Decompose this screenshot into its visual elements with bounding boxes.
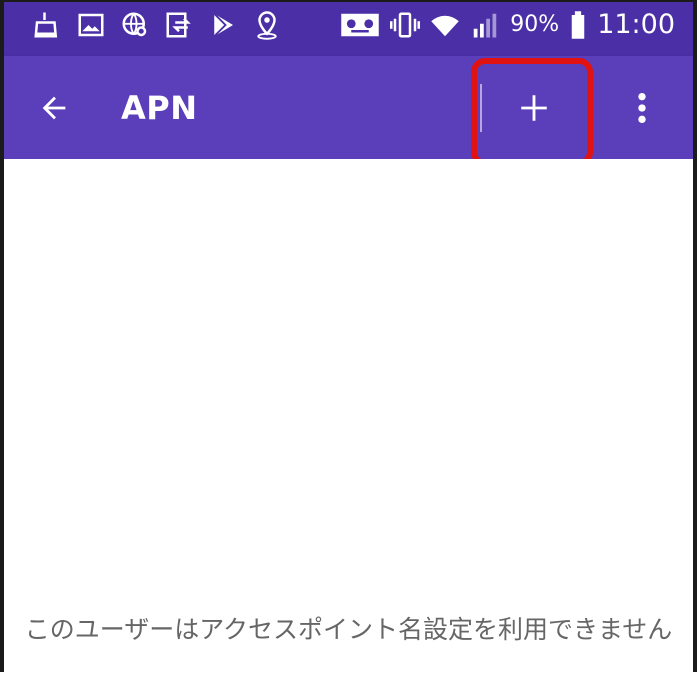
status-bar: 90% 11:00 <box>4 2 693 56</box>
web-icon <box>120 10 150 40</box>
battery-percent: 90% <box>510 12 560 37</box>
location-icon <box>252 10 282 40</box>
battery-icon <box>569 10 587 40</box>
app-bar: APN <box>4 56 693 166</box>
back-button[interactable] <box>32 86 76 130</box>
arrow-left-icon <box>42 96 66 120</box>
notification-icons <box>32 10 282 40</box>
vibrate-icon <box>390 10 421 40</box>
empty-message: このユーザーはアクセスポイント名設定を利用できません <box>24 615 673 644</box>
screen: 90% 11:00 APN このユーザーはアクセスポイント名設定を利用できません <box>0 0 697 672</box>
sync-icon <box>164 10 194 40</box>
gallery-icon <box>76 10 106 40</box>
more-vertical-icon <box>638 92 646 124</box>
highlight-box <box>471 58 593 166</box>
signal-icon <box>470 10 500 40</box>
system-icons: 90% 11:00 <box>340 10 675 40</box>
apn-list: このユーザーはアクセスポイント名設定を利用できません <box>4 159 693 672</box>
voicemail-icon <box>340 10 380 40</box>
more-options-button[interactable] <box>622 84 662 132</box>
clock: 11:00 <box>597 9 675 40</box>
cleaner-icon <box>32 10 62 40</box>
play-store-icon <box>208 10 238 40</box>
wifi-icon <box>430 10 460 40</box>
page-title: APN <box>121 89 198 127</box>
